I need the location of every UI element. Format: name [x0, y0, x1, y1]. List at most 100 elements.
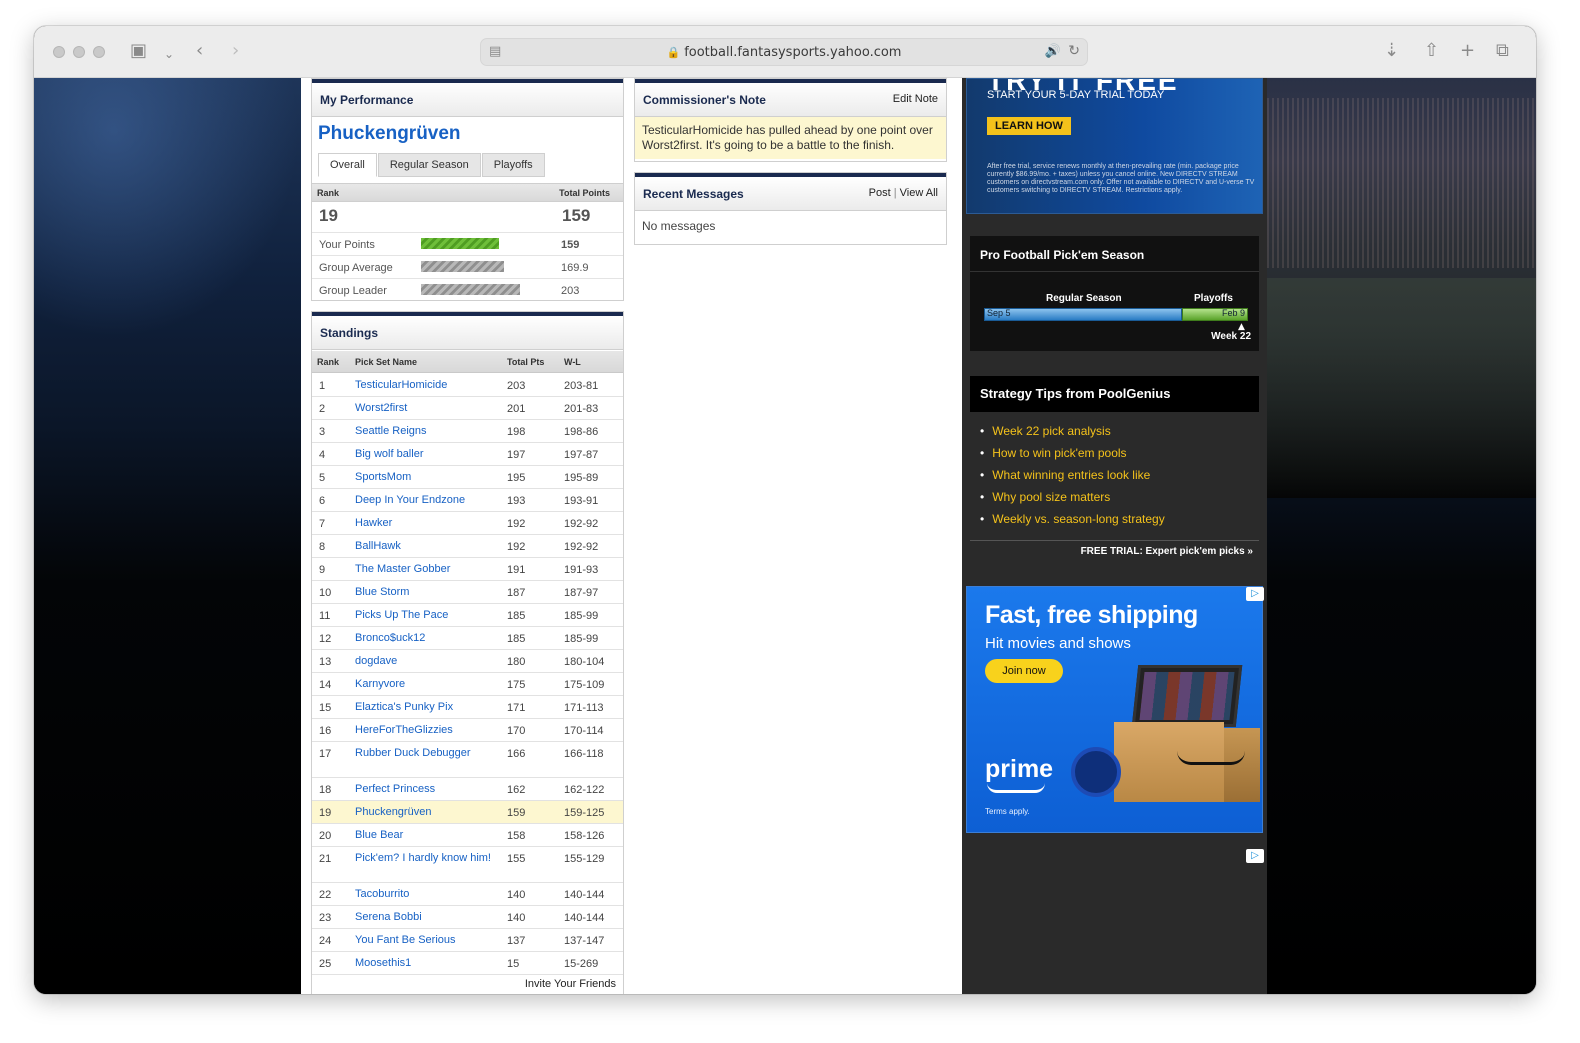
- pick-set-name-link[interactable]: Seattle Reigns: [355, 424, 495, 438]
- col-rank: Rank: [317, 357, 340, 367]
- pick-set-name-link[interactable]: TesticularHomicide: [355, 378, 495, 392]
- close-window-button[interactable]: [53, 46, 65, 58]
- wl-cell: 170-114: [564, 725, 604, 737]
- post-link[interactable]: Post: [869, 187, 891, 199]
- tip-link[interactable]: Week 22 pick analysis: [980, 420, 1259, 442]
- total-pts-cell: 193: [507, 495, 526, 507]
- module-title: Commissioner's Note: [643, 93, 766, 107]
- table-row: 8 BallHawk 192 192-92: [312, 535, 623, 558]
- tab-regular-season[interactable]: Regular Season: [377, 153, 481, 177]
- tip-link[interactable]: How to win pick'em pools: [980, 442, 1259, 464]
- table-row: 6 Deep In Your Endzone 193 193-91: [312, 489, 623, 512]
- pick-set-name-link[interactable]: dogdave: [355, 654, 495, 668]
- background-stadium-left: [34, 78, 300, 338]
- tip-link[interactable]: Weekly vs. season-long strategy: [980, 508, 1259, 530]
- pick-set-name-link[interactable]: Karnyvore: [355, 677, 495, 691]
- pick-set-name-link[interactable]: Big wolf baller: [355, 447, 495, 461]
- pick-set-name-link[interactable]: You Fant Be Serious: [355, 933, 495, 947]
- pick-set-name-link[interactable]: Bronco$uck12: [355, 631, 495, 645]
- join-now-button[interactable]: Join now: [985, 659, 1063, 683]
- wl-cell: 159-125: [564, 807, 605, 819]
- recent-messages-module: Recent Messages Post | View All No messa…: [634, 172, 947, 245]
- regular-season-label: Regular Season: [1046, 293, 1122, 304]
- pick-set-name-link[interactable]: Tacoburrito: [355, 887, 495, 901]
- wl-cell: 191-93: [564, 564, 599, 576]
- zoom-window-button[interactable]: [93, 46, 105, 58]
- address-bar[interactable]: ▤ 🔒 football.fantasysports.yahoo.com 🔊 ↻: [480, 38, 1088, 66]
- pick-set-name-link[interactable]: Serena Bobbi: [355, 910, 495, 924]
- pick-set-name-link[interactable]: Picks Up The Pace: [355, 608, 495, 622]
- total-pts-cell: 140: [507, 889, 526, 901]
- total-pts-cell: 159: [507, 807, 526, 819]
- pick-set-name-link[interactable]: Pick'em? I hardly know him!: [355, 851, 495, 865]
- free-trial-link[interactable]: FREE TRIAL: Expert pick'em picks »: [1081, 546, 1253, 557]
- total-pts-cell: 192: [507, 541, 526, 553]
- invite-friends-link[interactable]: Invite Your Friends: [525, 978, 616, 990]
- ad-terms: Terms apply.: [985, 807, 1030, 816]
- tip-link[interactable]: What winning entries look like: [980, 464, 1259, 486]
- prime-ad[interactable]: Fast, free shipping Hit movies and shows…: [966, 586, 1263, 833]
- rank-cell: 4: [319, 449, 326, 461]
- directv-ad[interactable]: TRY IT FREE START YOUR 5-DAY TRIAL TODAY…: [966, 78, 1263, 214]
- rank-cell: 22: [319, 889, 332, 901]
- row-label: Your Points: [319, 239, 375, 251]
- row-value: 159: [561, 239, 580, 251]
- prime-smile-logo: [987, 783, 1045, 793]
- table-row: 9 The Master Gobber 191 191-93: [312, 558, 623, 581]
- view-all-link[interactable]: View All: [900, 187, 938, 199]
- tab-overview-icon[interactable]: ⧉: [1496, 40, 1509, 62]
- table-row: 25 Moosethis1 15 15-269: [312, 952, 623, 975]
- adchoices-icon[interactable]: ▷: [1246, 587, 1264, 601]
- pick-set-name-link[interactable]: BallHawk: [355, 539, 495, 553]
- table-row: 22 Tacoburrito 140 140-144: [312, 883, 623, 906]
- pick-set-name-link[interactable]: Deep In Your Endzone: [355, 493, 495, 507]
- total-pts-cell: 158: [507, 830, 526, 842]
- points-bar: [421, 261, 504, 272]
- pick-set-name-link[interactable]: Hawker: [355, 516, 495, 530]
- downloads-icon[interactable]: ⇣: [1384, 40, 1399, 62]
- sidebar-icon[interactable]: ▣: [130, 40, 147, 62]
- rank-cell: 1: [319, 380, 326, 392]
- pick-set-name-link[interactable]: HereForTheGlizzies: [355, 723, 495, 737]
- chevron-down-icon[interactable]: ⌄: [164, 43, 174, 65]
- wl-cell: 175-109: [564, 679, 605, 691]
- back-icon[interactable]: ‹: [196, 40, 203, 62]
- learn-how-button[interactable]: LEARN HOW: [987, 117, 1071, 135]
- commissioner-note-text: TesticularHomicide has pulled ahead by o…: [635, 117, 946, 159]
- pick-set-name-link[interactable]: Blue Storm: [355, 585, 495, 599]
- pick-set-name-link[interactable]: Blue Bear: [355, 828, 495, 842]
- table-row: 23 Serena Bobbi 140 140-144: [312, 906, 623, 929]
- pick-set-name-link[interactable]: The Master Gobber: [355, 562, 495, 576]
- new-tab-icon[interactable]: +: [1460, 40, 1475, 62]
- speaker-icon[interactable]: 🔊: [1045, 44, 1061, 59]
- pick-set-name-link[interactable]: Worst2first: [355, 401, 495, 415]
- pick-set-name-link[interactable]: SportsMom: [355, 470, 495, 484]
- col-pick-set-name: Pick Set Name: [355, 357, 418, 367]
- adchoices-icon[interactable]: ▷: [1246, 849, 1264, 863]
- tab-overall[interactable]: Overall: [318, 153, 377, 177]
- module-title: Recent Messages: [643, 187, 744, 201]
- pick-set-name-link[interactable]: Phuckengrüven: [355, 805, 495, 819]
- reload-icon[interactable]: ↻: [1068, 43, 1080, 59]
- forward-icon[interactable]: ›: [232, 40, 239, 62]
- minimize-window-button[interactable]: [73, 46, 85, 58]
- tab-playoffs[interactable]: Playoffs: [481, 153, 545, 177]
- module-header: Recent Messages Post | View All: [635, 173, 946, 211]
- pick-set-name-link[interactable]: Rubber Duck Debugger: [355, 746, 495, 760]
- performance-tabs: Overall Regular Season Playoffs: [318, 153, 546, 177]
- col-wl: W-L: [564, 357, 581, 367]
- wl-cell: 185-99: [564, 610, 599, 622]
- rank-cell: 21: [319, 853, 332, 865]
- share-icon[interactable]: ⇧: [1424, 40, 1439, 62]
- wl-cell: 187-97: [564, 587, 599, 599]
- team-name-link[interactable]: Phuckengrüven: [318, 123, 461, 145]
- pick-set-name-link[interactable]: Elaztica's Punky Pix: [355, 700, 495, 714]
- rank-cell: 18: [319, 784, 332, 796]
- pick-set-name-link[interactable]: Perfect Princess: [355, 782, 495, 796]
- messages-actions: Post | View All: [869, 187, 938, 199]
- table-row: 17 Rubber Duck Debugger 166 166-118: [312, 742, 623, 778]
- edit-note-link[interactable]: Edit Note: [893, 93, 938, 105]
- pick-set-name-link[interactable]: Moosethis1: [355, 956, 495, 970]
- row-label: Group Leader: [319, 285, 387, 297]
- tip-link[interactable]: Why pool size matters: [980, 486, 1259, 508]
